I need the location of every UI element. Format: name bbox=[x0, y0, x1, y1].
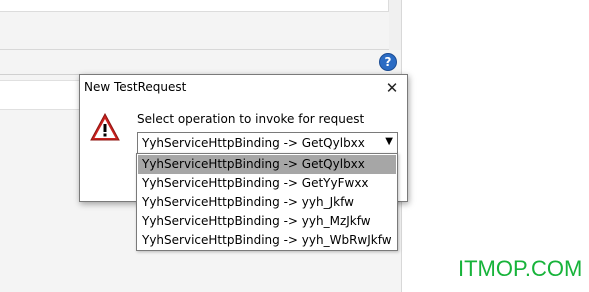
warning-icon bbox=[90, 113, 120, 141]
dropdown-option[interactable]: YyhServiceHttpBinding -> GetQylbxx bbox=[138, 155, 396, 174]
operation-prompt: Select operation to invoke for request bbox=[137, 112, 365, 126]
watermark: ITMOP.COM bbox=[458, 256, 583, 281]
top-pane-field bbox=[0, 0, 389, 12]
operation-dropdown-list: YyhServiceHttpBinding -> GetQylbxx YyhSe… bbox=[136, 153, 398, 251]
dropdown-option[interactable]: YyhServiceHttpBinding -> yyh_MzJkfw bbox=[138, 212, 396, 231]
dropdown-option[interactable]: YyhServiceHttpBinding -> yyh_Jkfw bbox=[138, 193, 396, 212]
dialog-title-bar[interactable]: New TestRequest ✕ bbox=[80, 75, 407, 101]
operation-select[interactable]: YyhServiceHttpBinding -> GetQylbxx ▼ bbox=[137, 132, 398, 154]
dialog-title: New TestRequest bbox=[84, 80, 187, 94]
operation-select-value: YyhServiceHttpBinding -> GetQylbxx bbox=[142, 136, 365, 150]
top-pane-scrollbar[interactable] bbox=[389, 0, 401, 50]
dropdown-option[interactable]: YyhServiceHttpBinding -> yyh_WbRwJkfw bbox=[138, 231, 396, 250]
help-icon[interactable]: ? bbox=[379, 53, 397, 71]
top-pane bbox=[0, 0, 402, 50]
dropdown-option[interactable]: YyhServiceHttpBinding -> GetYyFwxx bbox=[138, 174, 396, 193]
close-button[interactable]: ✕ bbox=[381, 77, 403, 99]
chevron-down-icon[interactable]: ▼ bbox=[385, 136, 393, 147]
